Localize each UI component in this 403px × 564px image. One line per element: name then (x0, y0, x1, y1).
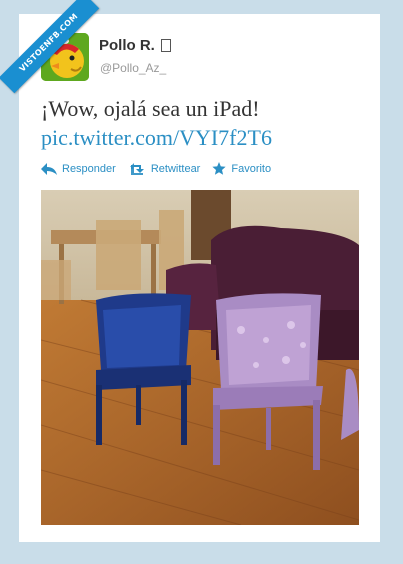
user-handle[interactable]: @Pollo_Az_ (100, 61, 166, 75)
star-icon (212, 162, 226, 175)
photo-chairs-image (41, 190, 359, 525)
retweet-label: Retwittear (150, 162, 201, 175)
user-name-text: Pollo R. (99, 37, 155, 54)
tweet-media-link[interactable]: pic.twitter.com/VYI7f2T6 (41, 123, 371, 152)
retweet-icon (129, 162, 144, 175)
tweet-actions: Responder Retwittear Favorito (41, 162, 271, 175)
tweet-body: ¡Wow, ojalá sea un iPad! (41, 96, 260, 121)
tweet-photo[interactable] (41, 190, 359, 525)
favorite-label: Favorito (231, 162, 272, 175)
tweet-card: VISTOENFB.COM Pollo R. @Pollo_Az_ ¡Wow, … (0, 0, 380, 542)
favorite-button[interactable]: Favorito (212, 162, 271, 175)
user-name[interactable]: Pollo R. (99, 37, 171, 54)
tweet-text: ¡Wow, ojalá sea un iPad! pic.twitter.com… (41, 94, 371, 152)
reply-button[interactable]: Responder (41, 162, 116, 175)
retweet-button[interactable]: Retwittear (128, 162, 201, 175)
unknown-glyph-icon (160, 39, 171, 52)
reply-label: Responder (62, 162, 116, 175)
reply-icon (41, 162, 57, 175)
